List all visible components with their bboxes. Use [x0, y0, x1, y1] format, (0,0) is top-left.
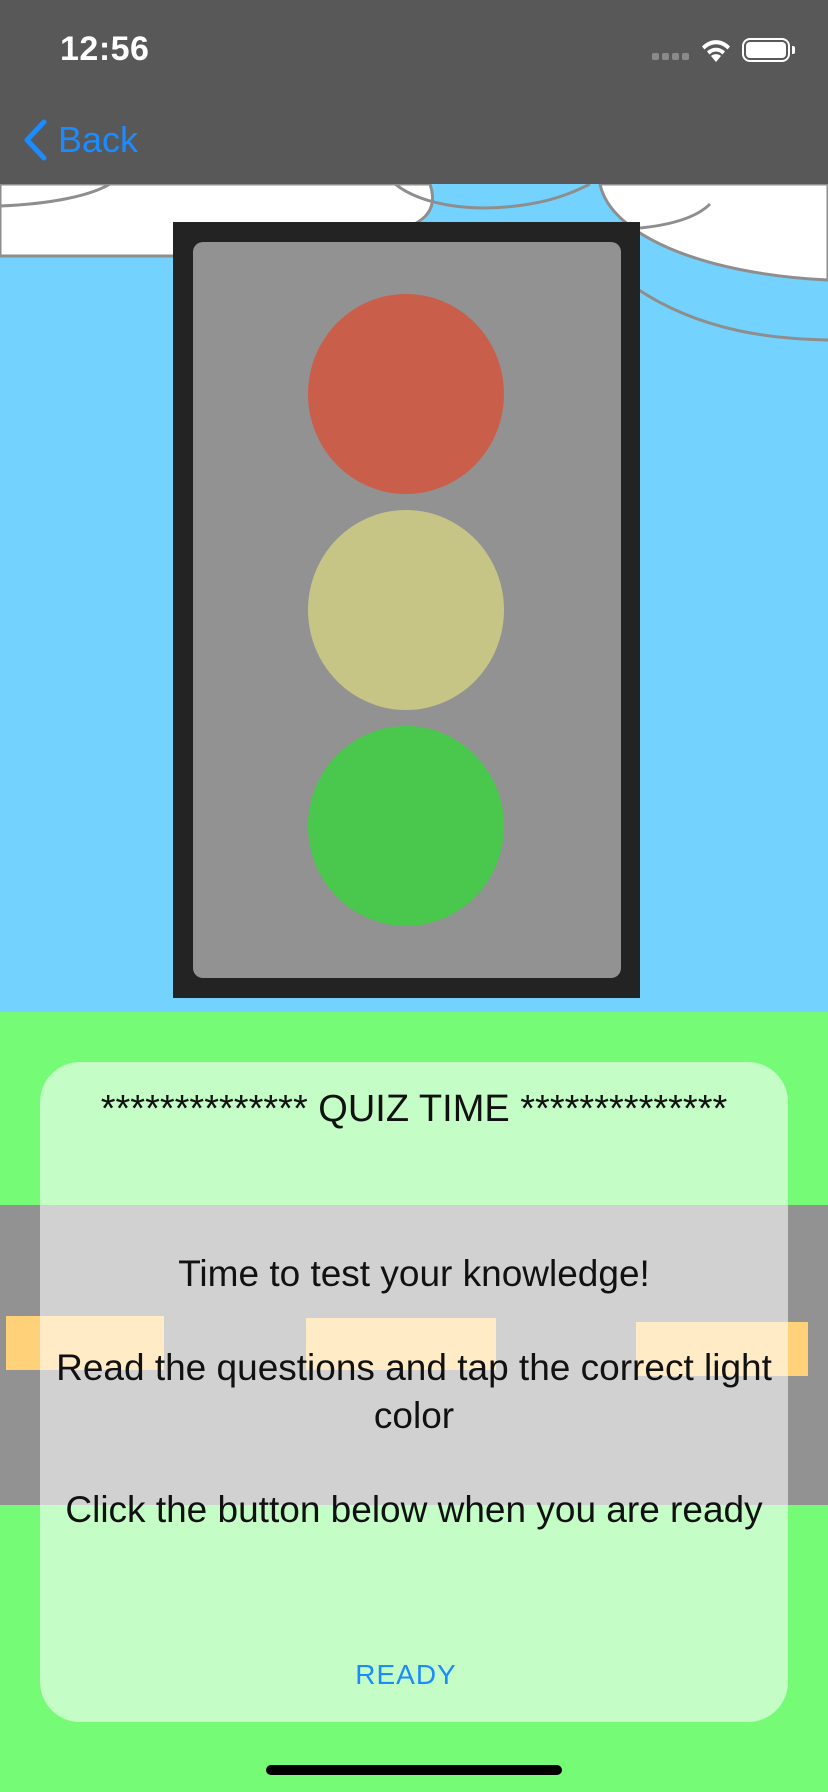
instruction-read-questions: Read the questions and tap the correct l…	[56, 1347, 772, 1436]
chevron-left-icon	[24, 119, 47, 161]
red-light[interactable]	[308, 294, 504, 494]
back-label: Back	[58, 119, 139, 160]
wifi-icon	[702, 40, 730, 62]
yellow-light[interactable]	[308, 510, 504, 710]
home-indicator	[266, 1765, 562, 1775]
quiz-instructions: Time to test your knowledge! Read the qu…	[40, 1250, 788, 1580]
status-time: 12:56	[60, 30, 150, 68]
instruction-click-ready: Click the button below when you are read…	[65, 1489, 763, 1530]
quiz-title: ************** QUIZ TIME **************	[100, 1088, 728, 1130]
instruction-intro: Time to test your knowledge!	[178, 1253, 650, 1294]
cellular-signal-icon	[652, 53, 692, 61]
ready-button[interactable]: READY	[300, 1650, 512, 1700]
green-light[interactable]	[308, 726, 504, 926]
battery-icon	[742, 38, 795, 62]
back-button[interactable]: Back	[22, 118, 138, 162]
